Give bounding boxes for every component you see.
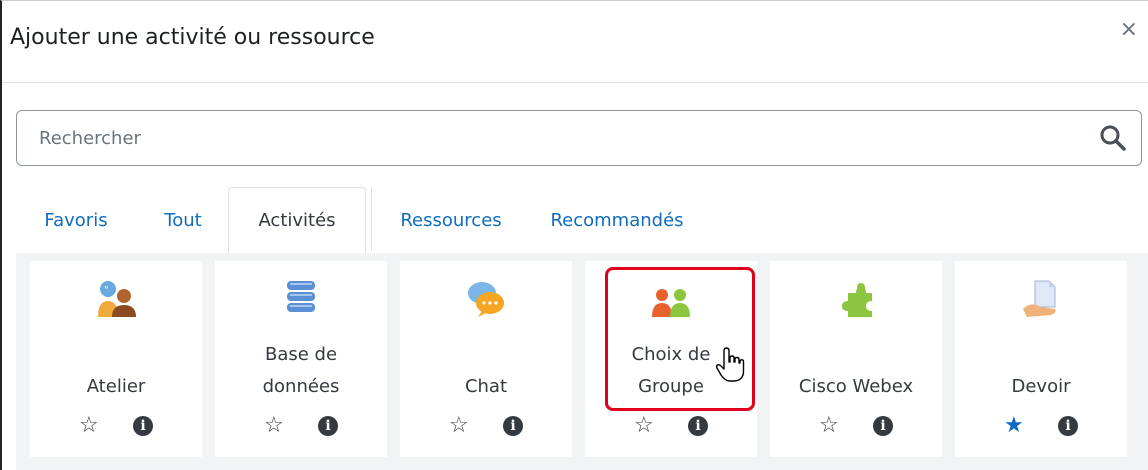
- add-activity-modal: Ajouter une activité ou ressource × Favo…: [0, 0, 1148, 470]
- tab-recommandes[interactable]: Recommandés: [530, 187, 704, 253]
- star-icon[interactable]: ★: [1004, 413, 1024, 439]
- star-icon[interactable]: ☆: [79, 413, 99, 439]
- search-box: [16, 110, 1142, 166]
- activity-card-atelier[interactable]: " Atelier ☆ i: [30, 261, 202, 457]
- card-actions: ☆ i: [215, 413, 387, 441]
- activity-card-devoir[interactable]: Devoir ★ i: [955, 261, 1127, 457]
- star-icon[interactable]: ☆: [449, 413, 469, 439]
- hand-cursor-icon: [715, 347, 745, 382]
- workshop-icon: ": [98, 281, 136, 317]
- info-icon[interactable]: i: [688, 416, 708, 436]
- tab-tout[interactable]: Tout: [142, 187, 224, 253]
- star-icon[interactable]: ☆: [634, 413, 654, 439]
- card-actions: ☆ i: [770, 413, 942, 441]
- activity-card-base-de-donnees[interactable]: Base de données ☆ i: [215, 261, 387, 457]
- star-icon[interactable]: ☆: [264, 413, 284, 439]
- activity-card-chat[interactable]: Chat ☆ i: [400, 261, 572, 457]
- modal-header: Ajouter une activité ou ressource ×: [2, 1, 1148, 83]
- tab-bar: Favoris Tout Activités Ressources Recomm…: [2, 187, 1148, 253]
- activity-card-label: Cisco Webex: [798, 376, 914, 397]
- star-icon[interactable]: ☆: [819, 413, 839, 439]
- tab-favoris[interactable]: Favoris: [24, 187, 128, 253]
- info-icon[interactable]: i: [133, 416, 153, 436]
- activity-card-label: Chat: [464, 376, 508, 397]
- card-actions: ☆ i: [400, 413, 572, 441]
- activity-card-label: Devoir: [1011, 376, 1071, 397]
- tab-activites[interactable]: Activités: [228, 187, 366, 253]
- tab-ressources[interactable]: Ressources: [376, 187, 526, 253]
- activity-card-label: Atelier: [86, 376, 146, 397]
- highlight-box: [605, 267, 755, 411]
- assignment-icon: [1023, 280, 1056, 317]
- puzzle-icon: [842, 283, 872, 317]
- chat-icon: [468, 282, 504, 317]
- info-icon[interactable]: i: [318, 416, 338, 436]
- card-actions: ★ i: [955, 413, 1127, 441]
- svg-text:": ": [104, 285, 109, 296]
- info-icon[interactable]: i: [503, 416, 523, 436]
- modal-title: Ajouter une activité ou ressource: [10, 25, 375, 50]
- info-icon[interactable]: i: [873, 416, 893, 436]
- card-actions: ☆ i: [585, 413, 757, 441]
- activity-card-label: Base de données: [262, 344, 340, 397]
- search-input[interactable]: [17, 111, 1077, 165]
- card-actions: ☆ i: [30, 413, 202, 441]
- tab-divider: [371, 187, 372, 251]
- close-button[interactable]: ×: [1120, 17, 1138, 42]
- info-icon[interactable]: i: [1058, 416, 1078, 436]
- search-icon[interactable]: [1099, 124, 1127, 152]
- activity-card-cisco-webex[interactable]: Cisco Webex ☆ i: [770, 261, 942, 457]
- database-icon: [287, 281, 315, 312]
- activity-grid: " Atelier ☆ i Base de données ☆ i Chat ☆…: [16, 253, 1148, 470]
